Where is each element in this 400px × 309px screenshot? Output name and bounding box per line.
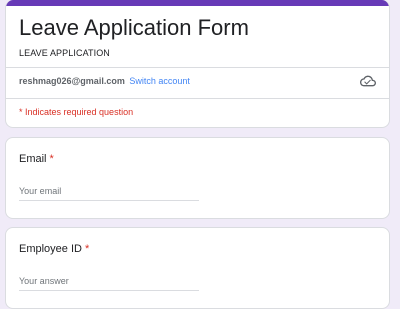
- form-description: LEAVE APPLICATION: [19, 48, 110, 58]
- question-title: Employee ID: [19, 243, 82, 255]
- required-asterisk: *: [49, 153, 54, 165]
- header-divider: [6, 67, 389, 68]
- form-title: Leave Application Form: [19, 15, 249, 40]
- question-label: Employee ID *: [19, 243, 89, 255]
- required-asterisk: *: [84, 243, 90, 255]
- email-field[interactable]: [19, 182, 199, 201]
- account-row: reshmag026@gmail.com Switch account: [19, 76, 190, 86]
- account-divider: [6, 98, 389, 99]
- account-email: reshmag026@gmail.com: [19, 76, 125, 86]
- form-header-card: Leave Application Form LEAVE APPLICATION…: [5, 0, 390, 128]
- required-note: * Indicates required question: [19, 107, 134, 117]
- question-card-email: Email *: [5, 137, 390, 219]
- cloud-saved-icon[interactable]: [360, 73, 376, 89]
- question-label: Email *: [19, 153, 54, 165]
- header-accent-bar: [6, 0, 389, 6]
- employee-id-field[interactable]: [19, 272, 199, 291]
- question-title: Email: [19, 153, 47, 165]
- question-card-employee-id: Employee ID *: [5, 227, 390, 309]
- switch-account-link[interactable]: Switch account: [129, 76, 190, 86]
